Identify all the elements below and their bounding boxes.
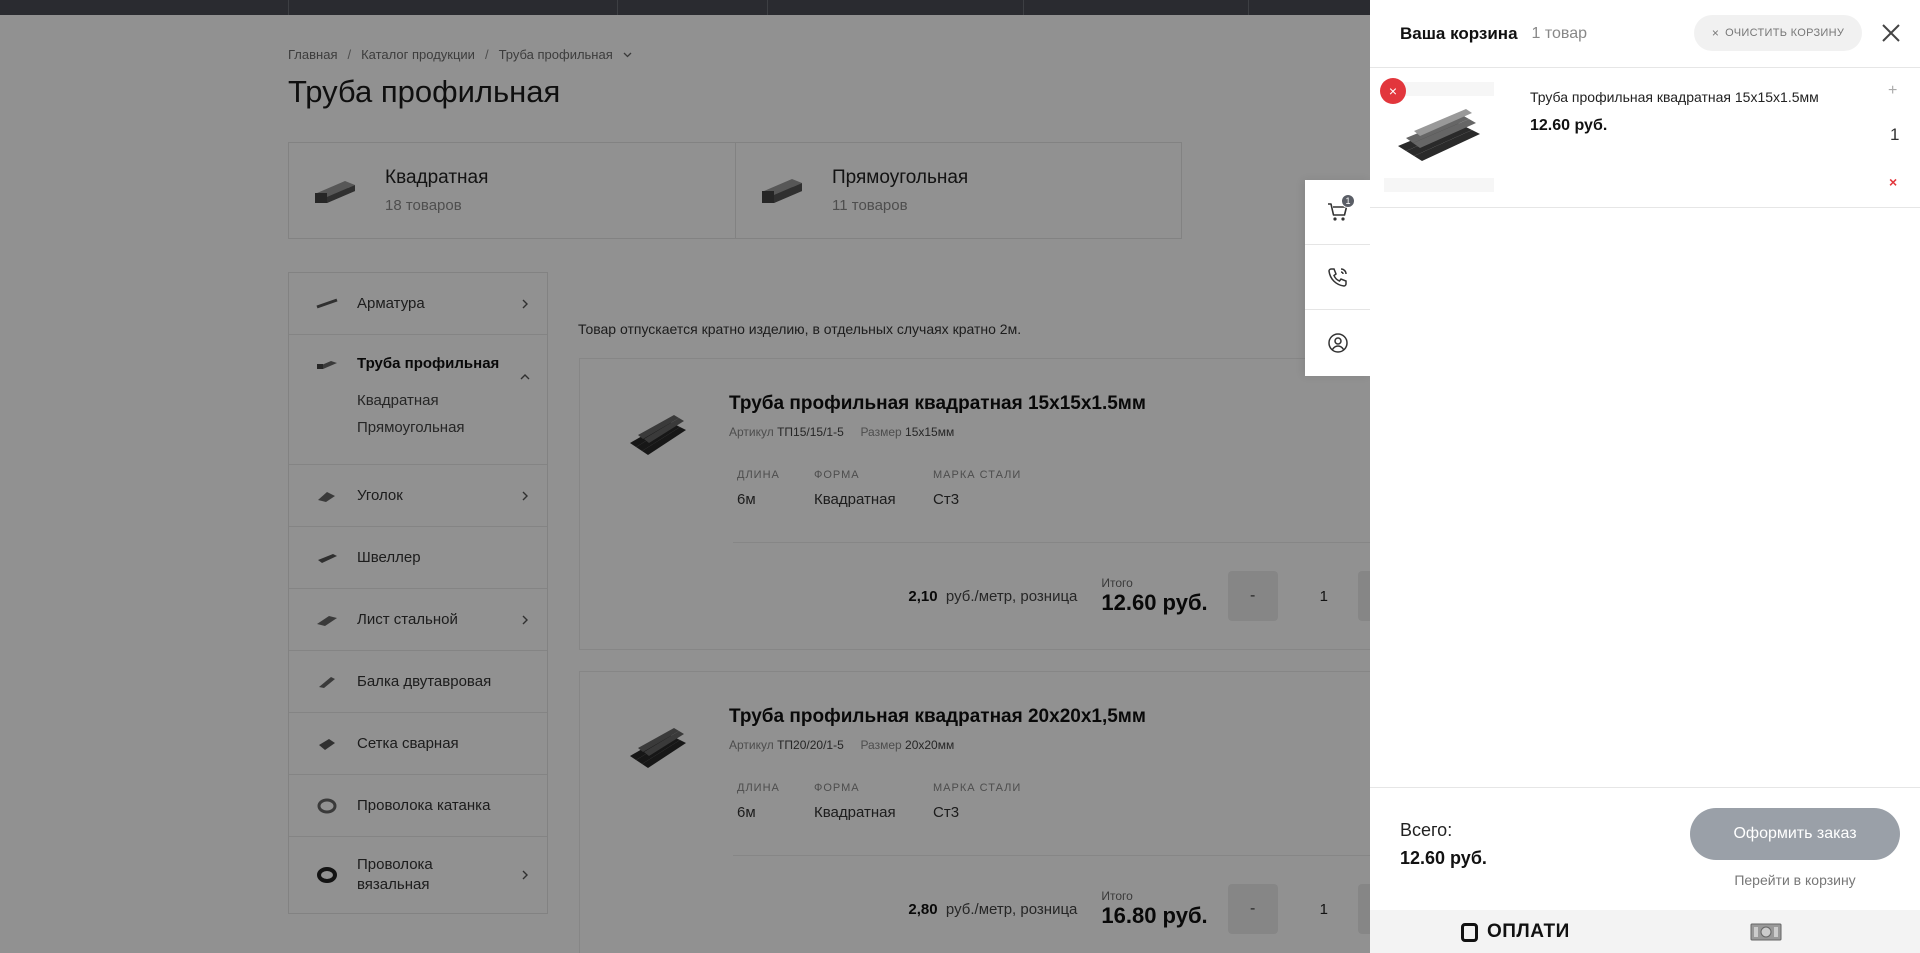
oplati-logo: ОПЛАТИ xyxy=(1461,921,1570,943)
cart-item: × Труба профильная квадратная 15x15x1.5м… xyxy=(1370,0,1920,208)
cart-count-badge: 1 xyxy=(1341,194,1355,208)
floating-action-panel: 1 xyxy=(1305,180,1370,376)
go-to-cart-link[interactable]: Перейти в корзину xyxy=(1690,872,1900,888)
cart-qty-increase-button[interactable]: + xyxy=(1888,82,1897,100)
modal-backdrop[interactable] xyxy=(0,0,1370,953)
cart-total-value: 12.60 руб. xyxy=(1400,848,1487,868)
checkout-button[interactable]: Оформить заказ xyxy=(1690,808,1900,860)
cart-item-price: 12.60 руб. xyxy=(1530,117,1608,134)
floating-account-button[interactable] xyxy=(1305,310,1370,375)
phone-callback-icon xyxy=(1327,268,1347,287)
cart-qty-decrease-button[interactable]: × xyxy=(1889,174,1897,190)
user-circle-icon xyxy=(1327,332,1348,353)
floating-callback-button[interactable] xyxy=(1305,245,1370,310)
cart-item-name[interactable]: Труба профильная квадратная 15x15x1.5мм xyxy=(1530,89,1819,105)
cart-drawer: Ваша корзина 1 товар × Очистить корзину … xyxy=(1370,0,1920,953)
floating-cart-button[interactable]: 1 xyxy=(1305,180,1370,245)
oplati-logo-text: ОПЛАТИ xyxy=(1487,921,1570,942)
cart-footer: Всего: 12.60 руб. Оформить заказ Перейти… xyxy=(1370,787,1920,910)
remove-item-button[interactable]: × xyxy=(1380,78,1406,104)
cart-qty-value[interactable]: 1 xyxy=(1890,125,1899,145)
cash-icon xyxy=(1750,923,1782,941)
oplati-logo-mark xyxy=(1461,922,1478,942)
payment-methods-bar: ОПЛАТИ xyxy=(1370,910,1920,953)
cart-total-label: Всего: xyxy=(1400,820,1453,840)
